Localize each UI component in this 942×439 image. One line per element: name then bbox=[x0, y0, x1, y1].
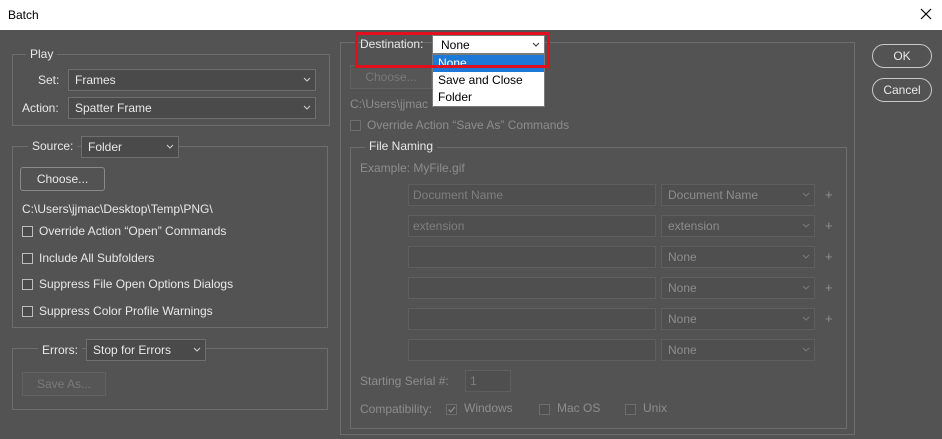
compat-macos-label: Mac OS bbox=[557, 401, 601, 415]
chevron-down-icon bbox=[802, 347, 810, 352]
source-value: Folder bbox=[88, 140, 123, 154]
ok-button[interactable]: OK bbox=[872, 44, 932, 68]
file-naming-example: Example: MyFile.gif bbox=[360, 161, 465, 175]
source-label: Source: bbox=[28, 139, 78, 153]
chevron-down-icon bbox=[193, 347, 201, 352]
suppress-open-dialogs-checkbox[interactable] bbox=[22, 279, 33, 290]
naming-select-6-value: None bbox=[668, 343, 697, 357]
plus-icon[interactable]: + bbox=[825, 187, 833, 202]
naming-select-3[interactable]: None bbox=[661, 246, 815, 268]
dropdown-option-save-and-close[interactable]: Save and Close bbox=[433, 72, 544, 89]
naming-select-6[interactable]: None bbox=[661, 339, 815, 361]
errors-select[interactable]: Stop for Errors bbox=[86, 339, 206, 361]
naming-select-1[interactable]: Document Name bbox=[661, 184, 815, 206]
naming-select-5-value: None bbox=[668, 312, 697, 326]
chevron-down-icon bbox=[166, 144, 174, 149]
include-subfolders-label: Include All Subfolders bbox=[39, 251, 155, 265]
close-icon[interactable] bbox=[916, 4, 936, 24]
set-value: Frames bbox=[75, 73, 116, 87]
compat-unix-label: Unix bbox=[643, 401, 668, 415]
play-legend: Play bbox=[26, 47, 58, 61]
title-bar: Batch bbox=[0, 0, 942, 30]
naming-select-1-value: Document Name bbox=[668, 188, 759, 202]
set-select[interactable]: Frames bbox=[68, 69, 316, 91]
compat-unix-checkbox[interactable] bbox=[625, 404, 636, 415]
set-label: Set: bbox=[38, 73, 60, 87]
action-select[interactable]: Spatter Frame bbox=[68, 97, 316, 119]
source-path: C:\Users\jjmac\Desktop\Temp\PNG\ bbox=[22, 202, 213, 216]
dropdown-option-folder[interactable]: Folder bbox=[433, 89, 544, 106]
file-naming-legend: File Naming bbox=[365, 139, 438, 153]
naming-field-2[interactable]: extension bbox=[408, 215, 656, 237]
serial-input[interactable]: 1 bbox=[465, 370, 511, 392]
compat-macos-checkbox[interactable] bbox=[539, 404, 550, 415]
naming-select-2-value: extension bbox=[668, 219, 720, 233]
naming-field-3[interactable] bbox=[408, 246, 656, 268]
chevron-down-icon bbox=[802, 285, 810, 290]
naming-field-5[interactable] bbox=[408, 308, 656, 330]
override-open-label: Override Action “Open” Commands bbox=[39, 224, 227, 238]
destination-choose-button[interactable]: Choose... bbox=[350, 65, 432, 89]
chevron-down-icon bbox=[802, 223, 810, 228]
highlight-annotation bbox=[355, 32, 550, 68]
override-save-as-checkbox[interactable] bbox=[350, 120, 361, 131]
chevron-down-icon bbox=[303, 77, 311, 82]
plus-icon[interactable]: + bbox=[825, 218, 833, 233]
compatibility-label: Compatibility: bbox=[360, 402, 433, 416]
plus-icon[interactable]: + bbox=[825, 311, 833, 326]
naming-field-6[interactable] bbox=[408, 339, 656, 361]
serial-label: Starting Serial #: bbox=[360, 374, 449, 388]
suppress-color-warnings-checkbox[interactable] bbox=[22, 306, 33, 317]
naming-select-3-value: None bbox=[668, 250, 697, 264]
window-title: Batch bbox=[8, 8, 39, 22]
plus-icon[interactable]: + bbox=[825, 280, 833, 295]
suppress-color-warnings-label: Suppress Color Profile Warnings bbox=[39, 304, 213, 318]
naming-select-2[interactable]: extension bbox=[661, 215, 815, 237]
action-value: Spatter Frame bbox=[75, 101, 152, 115]
chevron-down-icon bbox=[303, 105, 311, 110]
plus-icon[interactable]: + bbox=[825, 249, 833, 264]
suppress-open-dialogs-label: Suppress File Open Options Dialogs bbox=[39, 277, 234, 291]
checkmark-icon bbox=[448, 406, 456, 413]
override-open-checkbox[interactable] bbox=[22, 226, 33, 237]
destination-path: C:\Users\jjmac bbox=[350, 97, 429, 111]
save-as-button[interactable]: Save As... bbox=[22, 372, 106, 396]
naming-field-4[interactable] bbox=[408, 277, 656, 299]
compat-windows-label: Windows bbox=[464, 401, 513, 415]
chevron-down-icon bbox=[802, 254, 810, 259]
naming-select-4[interactable]: None bbox=[661, 277, 815, 299]
include-subfolders-checkbox[interactable] bbox=[22, 253, 33, 264]
cancel-button[interactable]: Cancel bbox=[872, 78, 932, 102]
errors-label: Errors: bbox=[38, 343, 82, 357]
chevron-down-icon bbox=[802, 192, 810, 197]
naming-select-5[interactable]: None bbox=[661, 308, 815, 330]
action-label: Action: bbox=[22, 101, 59, 115]
compat-windows-checkbox[interactable] bbox=[446, 404, 457, 415]
source-select[interactable]: Folder bbox=[81, 136, 179, 158]
chevron-down-icon bbox=[802, 316, 810, 321]
source-choose-button[interactable]: Choose... bbox=[20, 167, 105, 191]
override-save-as-label: Override Action “Save As” Commands bbox=[367, 118, 570, 132]
naming-select-4-value: None bbox=[668, 281, 697, 295]
naming-field-1[interactable]: Document Name bbox=[408, 184, 656, 206]
errors-value: Stop for Errors bbox=[93, 343, 172, 357]
